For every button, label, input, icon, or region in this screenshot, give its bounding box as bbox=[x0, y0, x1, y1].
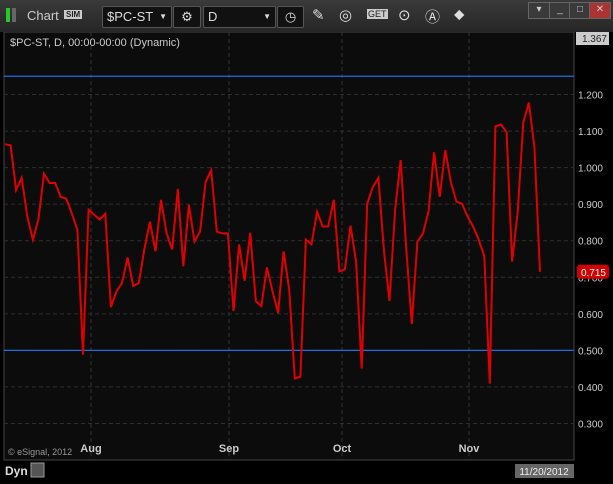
top-value-label: 1.367 bbox=[582, 34, 607, 45]
copyright-text: © eSignal, 2012 bbox=[8, 447, 72, 457]
get-icon[interactable]: GET bbox=[367, 9, 388, 19]
lock-icon[interactable] bbox=[30, 462, 45, 478]
toolbar: Chart SIM $PC-ST ▼ ⚙ D ▼ ◷ ✎ ◎ GET ⊙ Ⓐ ⬥ ▾… bbox=[0, 0, 613, 32]
end-date-label: 11/20/2012 bbox=[519, 467, 569, 478]
y-tick-label: 0.300 bbox=[578, 419, 603, 430]
symbol-input[interactable]: $PC-ST ▼ bbox=[102, 6, 172, 28]
plot-area bbox=[3, 32, 575, 461]
status-indicator-icon bbox=[6, 8, 10, 22]
y-tick-label: 1.100 bbox=[578, 127, 603, 138]
y-tick-label: 1.000 bbox=[578, 164, 603, 175]
symbol-settings-button[interactable]: ⚙ bbox=[173, 6, 201, 28]
symbol-value: $PC-ST bbox=[107, 9, 154, 24]
y-tick-label: 0.400 bbox=[578, 383, 603, 394]
link-icon[interactable]: ⬥ bbox=[454, 6, 465, 23]
x-tick-label: Aug bbox=[80, 443, 101, 455]
y-tick-label: 0.800 bbox=[578, 237, 603, 248]
chart-title: $PC-ST, D, 00:00-00:00 (Dynamic) bbox=[10, 37, 180, 49]
sim-badge: SIM bbox=[64, 10, 83, 19]
close-button[interactable]: ✕ bbox=[589, 2, 611, 19]
study-icon[interactable]: ◎ bbox=[339, 6, 352, 24]
pencil-icon[interactable]: ✎ bbox=[312, 6, 325, 24]
y-tick-label: 0.500 bbox=[578, 346, 603, 357]
minimize-button[interactable]: _ bbox=[549, 2, 571, 19]
y-tick-label: 1.200 bbox=[578, 91, 603, 102]
y-tick-label: 0.900 bbox=[578, 200, 603, 211]
alert-icon[interactable]: Ⓐ bbox=[425, 6, 440, 27]
maximize-button[interactable]: □ bbox=[569, 2, 591, 19]
x-tick-label: Sep bbox=[219, 443, 239, 455]
x-tick-label: Nov bbox=[459, 443, 481, 455]
last-value-label: 0.715 bbox=[581, 268, 606, 279]
interval-value: D bbox=[208, 9, 218, 24]
interval-select[interactable]: D ▼ bbox=[203, 6, 276, 28]
x-tick-label: Oct bbox=[333, 443, 352, 455]
play-icon[interactable]: ⊙ bbox=[398, 6, 411, 24]
window-title: Chart bbox=[27, 8, 59, 23]
price-chart[interactable]: Aug Sep Oct Nov 1.200 1.100 1.000 0.900 0.800 0.7… bbox=[0, 32, 613, 484]
status-indicator-icon bbox=[12, 8, 16, 22]
menu-button[interactable]: ▾ bbox=[528, 2, 550, 19]
dyn-label: Dyn bbox=[5, 464, 28, 478]
clock-icon[interactable]: ◷ bbox=[277, 6, 304, 28]
y-tick-label: 0.600 bbox=[578, 310, 603, 321]
